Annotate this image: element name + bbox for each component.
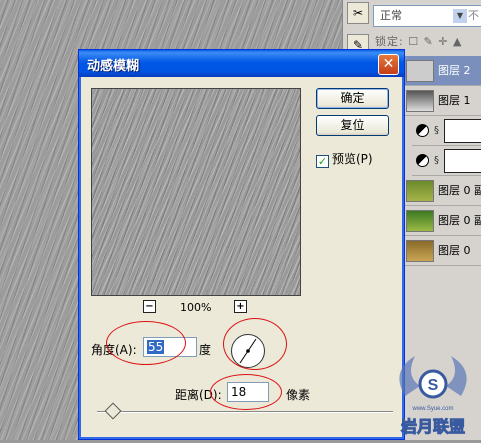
layer-thumbnail (406, 60, 434, 82)
watermark-logo: S www.Syue.com 岩月联盟 (385, 336, 481, 440)
ok-button[interactable]: 确定 (316, 88, 389, 109)
layer-row[interactable]: 图层 0 副 (402, 206, 481, 236)
layer-name: 图层 1 (438, 94, 471, 107)
blend-mode-value: 正常 (380, 9, 402, 22)
zoom-in-button[interactable]: + (234, 300, 247, 313)
scissors-icon[interactable]: ✂ (347, 2, 369, 24)
reset-button[interactable]: 复位 (316, 115, 389, 136)
angle-unit: 度 (199, 343, 212, 357)
dialog-title: 动感模糊 (87, 59, 140, 74)
close-button[interactable]: ✕ (378, 54, 399, 75)
highlight-ellipse (106, 321, 186, 365)
dialog-titlebar[interactable]: 动感模糊 ✕ (79, 50, 404, 77)
adjustment-layer-row[interactable]: § (412, 146, 481, 176)
svg-text:岩月联盟: 岩月联盟 (400, 417, 465, 436)
highlight-ellipse (210, 374, 282, 410)
blend-mode-select[interactable]: 正常 ▼ 不 (373, 5, 481, 27)
distance-unit: 像素 (286, 388, 311, 402)
layer-row[interactable]: 图层 0 副 (402, 176, 481, 206)
svg-text:www.Syue.com: www.Syue.com (411, 406, 453, 412)
preview-label: 预览(P) (332, 152, 373, 166)
layer-row[interactable]: 图层 0 (402, 236, 481, 266)
distance-slider-track[interactable] (97, 411, 393, 413)
layer-thumbnail (406, 210, 434, 232)
layer-thumbnail (406, 180, 434, 202)
layer-mask-thumbnail[interactable] (444, 149, 481, 173)
adjustment-icon (416, 154, 429, 167)
adjustment-icon (416, 124, 429, 137)
adjustment-layer-row[interactable]: § (412, 116, 481, 146)
layer-name: 图层 2 (438, 64, 471, 77)
lock-label: 锁定: (375, 35, 404, 48)
close-icon: ✕ (382, 56, 395, 72)
highlight-ellipse (223, 318, 287, 370)
checkmark-icon[interactable]: ✓ (316, 155, 329, 168)
zoom-level: 100% (180, 301, 212, 314)
filter-preview[interactable] (91, 88, 301, 296)
layer-row[interactable]: 图层 2 (402, 56, 481, 86)
layer-thumbnail (406, 240, 434, 262)
chevron-down-icon: ▼ (453, 9, 467, 23)
layer-row[interactable]: 图层 1 (402, 86, 481, 116)
layer-mask-thumbnail[interactable] (444, 119, 481, 143)
chain-link-icon[interactable]: § (434, 146, 439, 176)
layer-name: 图层 0 副 (438, 214, 481, 227)
minus-icon: − (145, 301, 154, 312)
plus-icon: + (236, 301, 245, 312)
chain-link-icon[interactable]: § (434, 116, 439, 146)
layer-name: 图层 0 副 (438, 184, 481, 197)
distance-slider-thumb[interactable] (104, 402, 122, 420)
zoom-out-button[interactable]: − (143, 300, 156, 313)
layer-name: 图层 0 (438, 244, 471, 257)
opacity-label-fragment: 不 (468, 9, 479, 22)
layer-thumbnail (406, 90, 434, 112)
preview-checkbox[interactable]: ✓ 预览(P) (316, 150, 373, 168)
lock-icons[interactable]: ☐ ✎ ✛ ▲ (408, 35, 462, 48)
svg-text:S: S (428, 377, 439, 394)
